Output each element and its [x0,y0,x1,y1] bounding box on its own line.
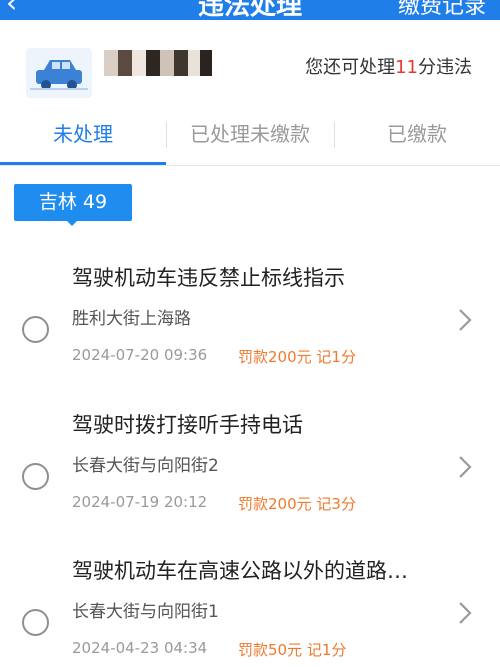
payment-records-link[interactable]: 缴费记录 [398,0,486,20]
status-tabs: 未处理 已处理未缴款 已缴款 [0,104,500,166]
violation-title: 驾驶时拨打接听手持电话 [72,413,303,437]
violation-fine: 罚款200元 记3分 [238,495,356,513]
chevron-right-icon[interactable] [458,601,472,625]
remain-suffix: 分违法 [418,57,472,78]
violation-title: 驾驶机动车在高速公路以外的道路… [72,559,408,583]
car-icon [26,48,92,98]
remain-prefix: 您还可处理 [305,57,396,78]
violation-fine: 罚款200元 记1分 [238,348,356,366]
violation-item[interactable]: 驾驶机动车违反禁止标线指示 胜利大街上海路 2024-07-20 09:36 罚… [0,258,500,398]
violation-location: 长春大街与向阳街2 [72,456,219,476]
chevron-right-icon[interactable] [458,308,472,332]
violation-item[interactable]: 驾驶时拨打接听手持电话 长春大街与向阳街2 2024-07-19 20:12 罚… [0,405,500,545]
chevron-right-icon[interactable] [458,455,472,479]
select-radio[interactable] [22,609,49,636]
remaining-points-text: 您还可处理11分违法 [305,53,472,79]
tab-processed-unpaid[interactable]: 已处理未缴款 [166,104,334,166]
region-badge-pointer [66,220,78,226]
violation-fine: 罚款50元 记1分 [238,641,347,659]
remain-count: 11 [395,57,418,78]
top-bar: ‹ 违法处理 缴费记录 [0,0,500,20]
select-radio[interactable] [22,463,49,490]
license-plate-masked [104,50,212,76]
violation-time: 2024-07-19 20:12 [72,493,208,511]
violation-location: 胜利大街上海路 [72,309,191,329]
violation-title: 驾驶机动车违反禁止标线指示 [72,266,345,290]
violation-time: 2024-07-20 09:36 [72,346,208,364]
vehicle-info: 您还可处理11分违法 [0,20,500,104]
region-badge: 吉林 49 [14,184,132,221]
violation-time: 2024-04-23 04:34 [72,639,208,657]
tab-paid[interactable]: 已缴款 [334,104,500,166]
active-tab-indicator [0,162,166,165]
violation-item[interactable]: 驾驶机动车在高速公路以外的道路… 长春大街与向阳街1 2024-04-23 04… [0,551,500,667]
select-radio[interactable] [22,316,49,343]
violation-location: 长春大街与向阳街1 [72,602,219,622]
tab-unprocessed[interactable]: 未处理 [0,104,166,166]
